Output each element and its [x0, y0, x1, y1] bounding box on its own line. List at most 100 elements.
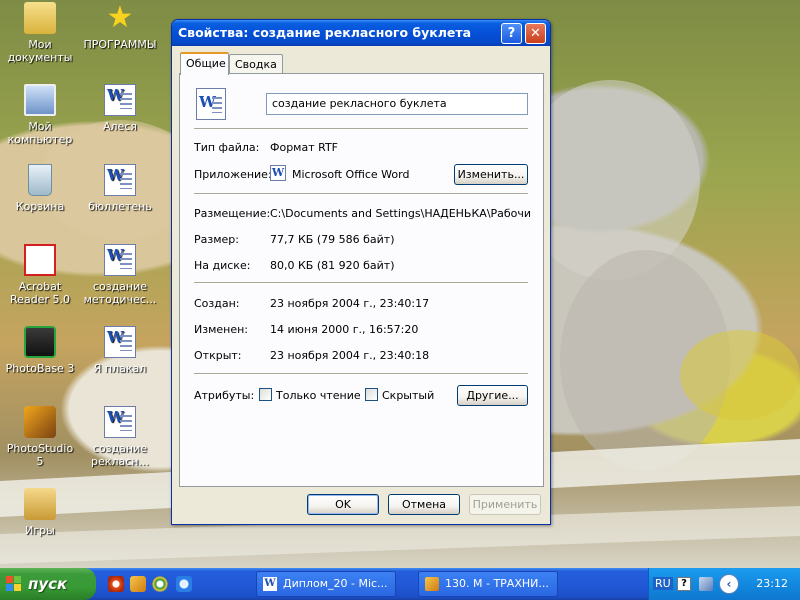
task-button-track[interactable]: 130. М - ТРАХНИ...: [418, 571, 558, 597]
desktop-icon-games[interactable]: Игры: [2, 488, 78, 537]
separator: [194, 282, 528, 284]
desktop-icon-photostudio[interactable]: PhotoStudio 5: [2, 406, 78, 468]
location-value: C:\Documents and Settings\НАДЕНЬКА\Рабоч…: [270, 207, 532, 220]
word-document-icon: [104, 164, 136, 196]
size-label: Размер:: [194, 233, 239, 246]
camera-icon: [24, 326, 56, 358]
star-icon: ★: [106, 0, 134, 35]
language-indicator[interactable]: RU: [653, 577, 673, 590]
acrobat-icon: [24, 244, 56, 276]
start-label: пуск: [28, 575, 68, 593]
network-tray-icon[interactable]: [699, 577, 713, 591]
desktop-icon-label: Acrobat Reader 5.0: [10, 280, 70, 306]
desktop-icon-label: Корзина: [15, 200, 65, 213]
desktop-icon-my-computer[interactable]: Мой компьютер: [2, 84, 78, 146]
paintbrush-icon: [24, 406, 56, 438]
file-type-value: Формат RTF: [270, 141, 339, 154]
location-label: Размещение:: [194, 207, 271, 220]
word-app-icon: W: [270, 165, 286, 181]
change-app-button[interactable]: Изменить...: [454, 164, 528, 185]
task-button-diploma[interactable]: W Диплом_20 - Mic...: [256, 571, 396, 597]
word-app-icon: W: [263, 577, 277, 591]
word-document-icon: [104, 326, 136, 358]
desktop-icon-label: Игры: [25, 524, 55, 537]
general-tab-panel: создание рекласного буклета Тип файла: Ф…: [179, 73, 544, 487]
desktop-icon-label: PhotoStudio 5: [6, 442, 74, 468]
tab-summary[interactable]: Сводка: [229, 54, 283, 74]
expand-tray-icon[interactable]: ‹: [719, 574, 739, 594]
word-document-icon: [104, 406, 136, 438]
modified-value: 14 июня 2000 г., 16:57:20: [270, 323, 419, 336]
size-value: 77,7 КБ (79 586 байт): [270, 233, 395, 246]
file-type-label: Тип файла:: [194, 141, 260, 154]
close-button[interactable]: ✕: [525, 23, 546, 44]
ok-button[interactable]: OK: [307, 494, 379, 515]
help-tray-icon[interactable]: ?: [677, 577, 691, 591]
games-folder-icon: [24, 488, 56, 520]
task-label: 130. М - ТРАХНИ...: [445, 577, 549, 590]
desktop-icon-bulletin[interactable]: бюллетень: [82, 164, 158, 213]
desktop-icon-acrobat-reader[interactable]: Acrobat Reader 5.0: [2, 244, 78, 306]
application-label: Приложение:: [194, 168, 272, 181]
hidden-label[interactable]: Скрытый: [382, 389, 434, 402]
desktop-icon-label: бюллетень: [88, 200, 152, 213]
hidden-checkbox[interactable]: [365, 388, 378, 401]
media-app-icon: [425, 577, 439, 591]
quicklaunch-photostudio-icon[interactable]: [130, 576, 146, 592]
desktop-icon-recycle-bin[interactable]: Корзина: [2, 164, 78, 213]
desktop-icon-label: Мои документы: [7, 38, 73, 64]
cancel-button[interactable]: Отмена: [388, 494, 460, 515]
desktop-icon-programs[interactable]: ★ ПРОГРАММЫ: [82, 0, 158, 52]
desktop-icon-ya-plakal[interactable]: Я плакал: [82, 326, 158, 375]
start-button[interactable]: пуск: [0, 568, 96, 600]
quicklaunch-media-icon[interactable]: [108, 576, 124, 592]
windows-logo-icon: [6, 576, 22, 592]
readonly-label[interactable]: Только чтение: [276, 389, 361, 402]
clock[interactable]: 23:12: [756, 577, 788, 590]
folder-icon: [24, 2, 56, 34]
system-tray: RU ? ‹ 23:12: [648, 568, 800, 600]
desktop-icon-methodical[interactable]: создание методичес...: [82, 244, 158, 306]
desktop-icon-booklet[interactable]: создание рекласн...: [82, 406, 158, 468]
separator: [194, 128, 528, 130]
desktop-icon-photobase[interactable]: PhotoBase 3: [2, 326, 78, 375]
task-label: Диплом_20 - Mic...: [283, 577, 388, 590]
separator: [194, 193, 528, 195]
created-value: 23 ноября 2004 г., 23:40:17: [270, 297, 430, 310]
taskbar: пуск W Диплом_20 - Mic... 130. М - ТРАХН…: [0, 568, 800, 600]
help-button[interactable]: ?: [501, 23, 522, 44]
attributes-label: Атрибуты:: [194, 389, 255, 402]
desktop-icon-label: Мой компьютер: [7, 120, 73, 146]
disk-size-label: На диске:: [194, 259, 251, 272]
desktop-icon-alesya[interactable]: Алеся: [82, 84, 158, 133]
desktop-icon-label: PhotoBase 3: [5, 362, 75, 375]
apply-button[interactable]: Применить: [469, 494, 541, 515]
word-document-icon: [196, 88, 226, 120]
readonly-checkbox[interactable]: [259, 388, 272, 401]
created-label: Создан:: [194, 297, 240, 310]
desktop-icon-label: ПРОГРАММЫ: [83, 38, 157, 51]
quicklaunch-player-icon[interactable]: [152, 576, 168, 592]
desktop-icon-label: Алеся: [103, 120, 137, 133]
separator: [194, 373, 528, 375]
modified-label: Изменен:: [194, 323, 249, 336]
other-attributes-button[interactable]: Другие...: [457, 385, 528, 406]
recycle-bin-icon: [28, 164, 52, 196]
computer-icon: [24, 84, 56, 116]
quicklaunch-internet-explorer-icon[interactable]: [176, 576, 192, 592]
word-document-icon: [104, 244, 136, 276]
desktop-icon-label: создание методичес...: [83, 280, 157, 306]
application-value: Microsoft Office Word: [292, 168, 410, 181]
word-document-icon: [104, 84, 136, 116]
desktop-icon-my-documents[interactable]: Мои документы: [2, 2, 78, 64]
dialog-titlebar[interactable]: Свойства: создание рекласного буклета ? …: [172, 20, 550, 46]
opened-value: 23 ноября 2004 г., 23:40:18: [270, 349, 430, 362]
dialog-title: Свойства: создание рекласного буклета: [178, 25, 472, 40]
desktop-icon-label: создание рекласн...: [91, 442, 149, 468]
file-name-input[interactable]: создание рекласного буклета: [266, 93, 528, 115]
tab-general[interactable]: Общие: [180, 52, 229, 75]
desktop-icon-label: Я плакал: [93, 362, 147, 375]
disk-size-value: 80,0 КБ (81 920 байт): [270, 259, 395, 272]
properties-dialog: Свойства: создание рекласного буклета ? …: [171, 19, 551, 525]
opened-label: Открыт:: [194, 349, 242, 362]
